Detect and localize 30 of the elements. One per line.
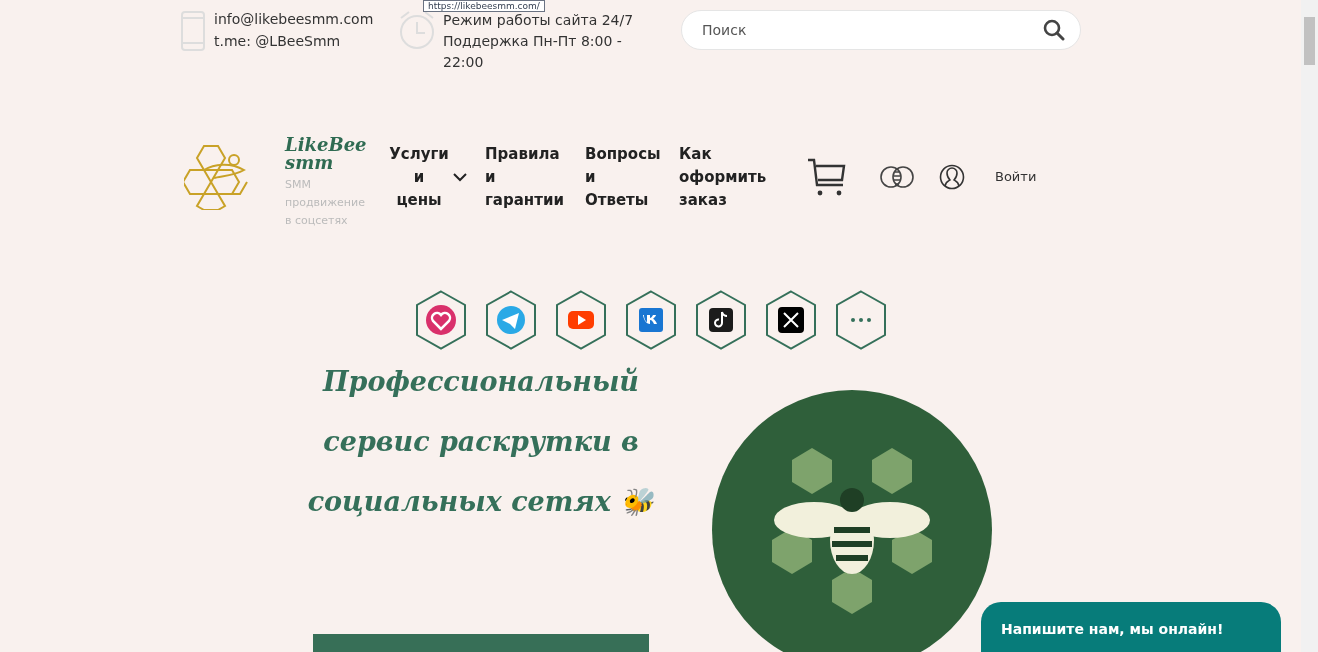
cart-icon[interactable] <box>807 157 847 197</box>
social-heart-icon[interactable] <box>415 290 467 350</box>
chevron-down-icon[interactable] <box>453 172 467 182</box>
scrollbar[interactable] <box>1301 0 1318 652</box>
chat-widget[interactable]: Напишите нам, мы онлайн! <box>981 602 1281 652</box>
telegram-text[interactable]: t.me: @LBeeSmm <box>214 30 394 52</box>
phone-icon <box>180 10 206 52</box>
compare-icon[interactable] <box>879 165 915 189</box>
nav-link[interactable]: Услуги и цены <box>389 142 467 212</box>
social-x-letter-icon[interactable] <box>765 290 817 350</box>
social-paper-plane-icon[interactable] <box>485 290 537 350</box>
support-hours-text: Поддержка Пн-Пт 8:00 - 22:00 <box>443 32 623 72</box>
social-vk-icon[interactable] <box>625 290 677 350</box>
social-play-icon[interactable] <box>555 290 607 350</box>
tooltip: https://likebeesmm.com/ <box>423 0 545 12</box>
email-text[interactable]: info@likebeesmm.com <box>214 8 394 30</box>
hero-title: Профессиональный сервис раскрутки в социальных сетях 🐝 <box>306 365 656 519</box>
nav-link[interactable]: Как оформить заказ <box>679 142 771 212</box>
bee-emoji: 🐝 <box>620 486 655 517</box>
login-link[interactable]: Войти <box>995 167 1037 187</box>
search-field[interactable]: Поиск <box>681 10 1081 50</box>
tagline-text: SMM продвижение в соцсетях <box>285 177 365 229</box>
social-music-note-icon[interactable] <box>695 290 747 350</box>
social-more-icon[interactable] <box>835 290 887 350</box>
site-hours-text: Режим работы сайта 24/7 <box>443 11 635 30</box>
nav-link[interactable]: Вопросы и Ответы <box>585 142 661 212</box>
search-icon[interactable] <box>1043 19 1065 41</box>
logo-text[interactable]: LikeBee smm <box>285 136 365 172</box>
nav-link[interactable]: Правила и гарантии <box>485 142 567 212</box>
user-icon[interactable] <box>939 164 965 190</box>
